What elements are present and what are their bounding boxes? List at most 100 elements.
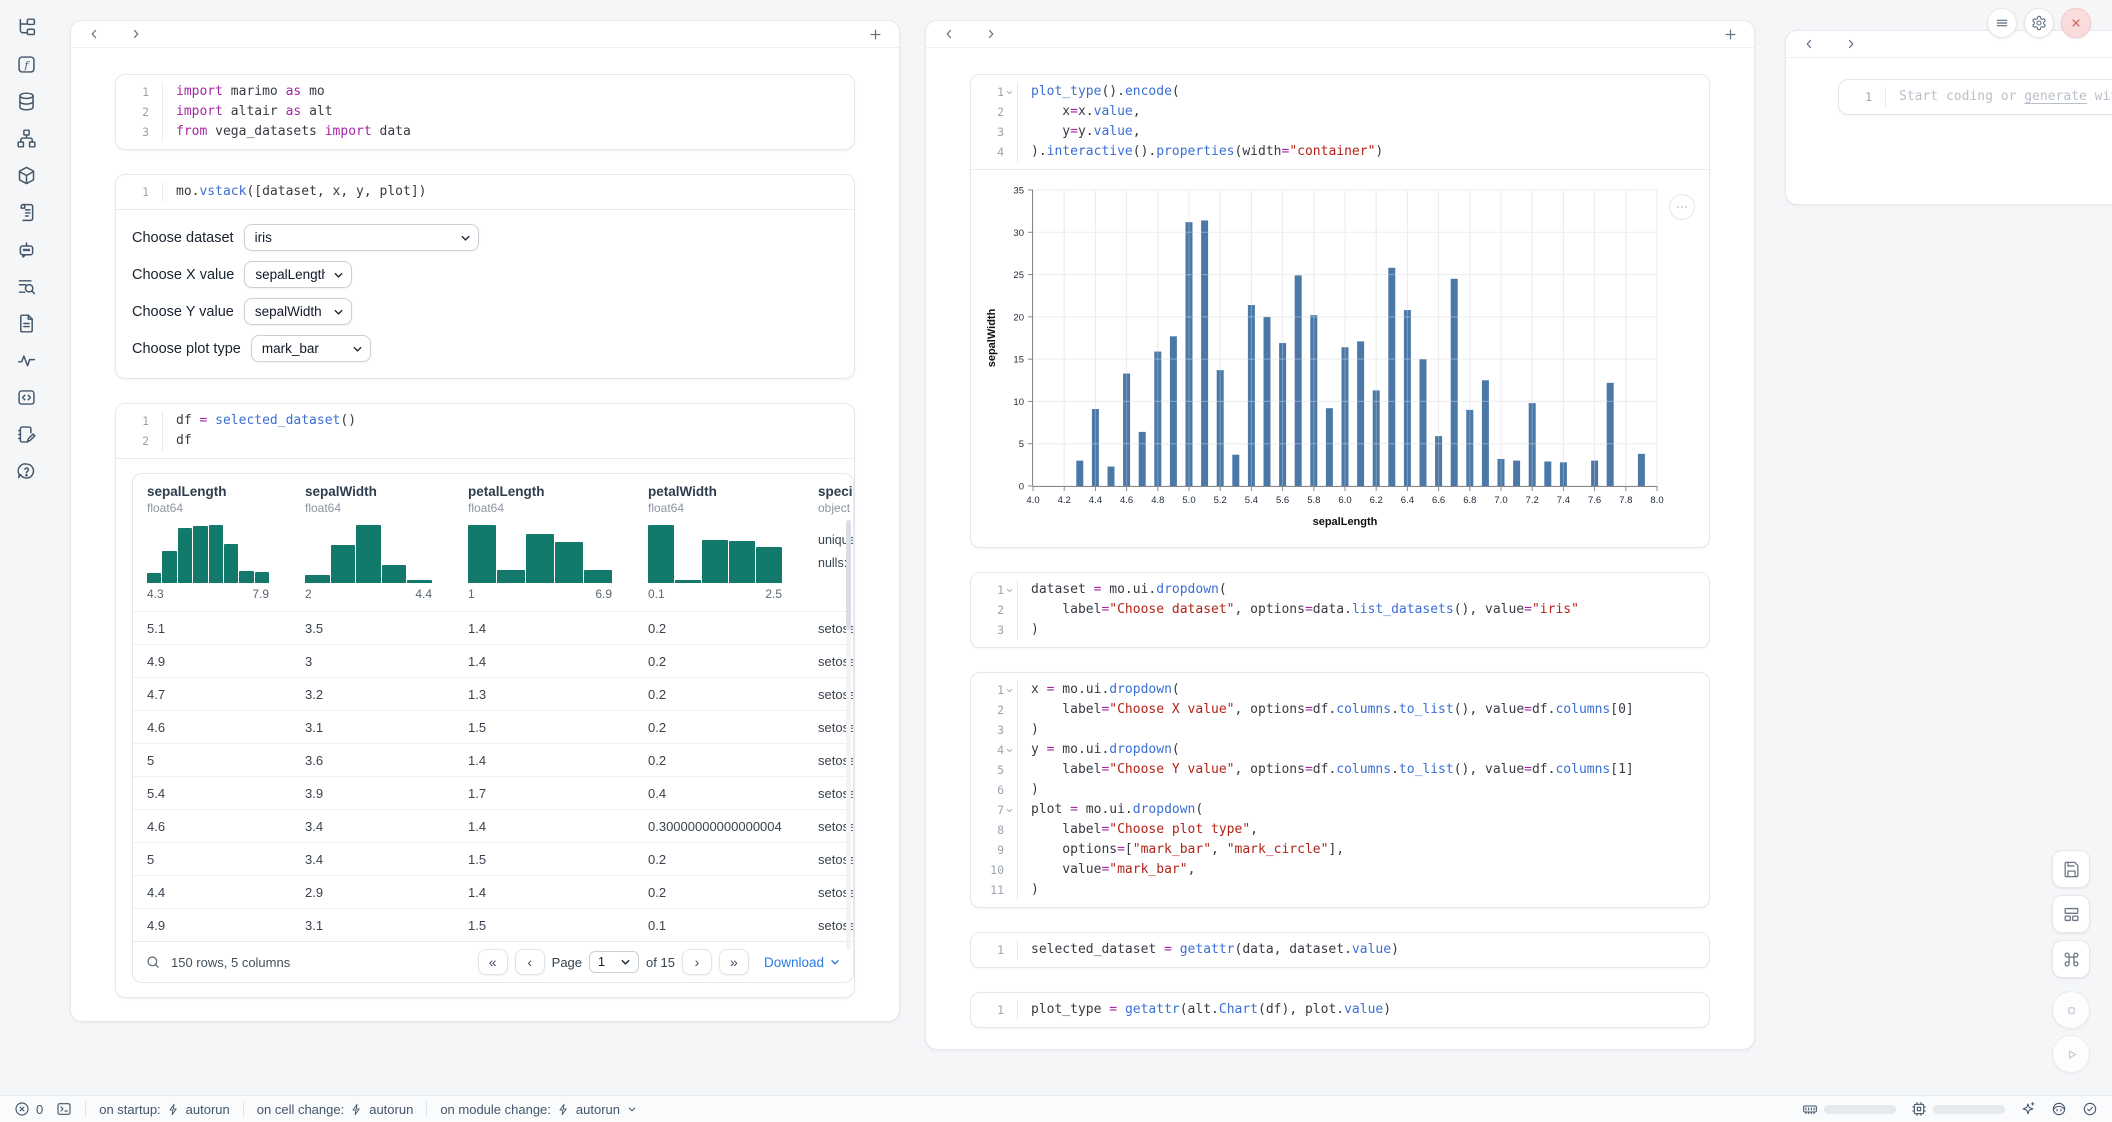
code-editor[interactable]: 1selected_dataset = getattr(data, datase… (971, 933, 1709, 967)
next-page-button[interactable]: › (682, 949, 712, 975)
save-button[interactable] (2052, 850, 2090, 888)
table-row[interactable]: 4.63.41.40.30000000000000004setosa (133, 809, 854, 842)
column-type: object (818, 501, 854, 515)
generate-link[interactable]: generate (2024, 89, 2087, 104)
table-row[interactable]: 5.13.51.40.2setosa (133, 611, 854, 644)
dropdown-choose-dataset[interactable]: iris (244, 224, 479, 251)
code-cell-selected-dataset[interactable]: 1selected_dataset = getattr(data, datase… (970, 932, 1710, 968)
dropdown-choose-x-value[interactable]: sepalLength (244, 261, 352, 288)
database-icon[interactable] (16, 91, 37, 112)
column-header[interactable]: petalWidthfloat64 (634, 474, 804, 515)
file-tree-icon[interactable] (16, 17, 37, 38)
on-startup-setting[interactable]: on startup: autorun (99, 1102, 230, 1117)
column-header[interactable]: petalLengthfloat64 (454, 474, 634, 515)
functions-icon[interactable]: f (16, 54, 37, 75)
prev-page-button[interactable]: ‹ (515, 949, 545, 975)
code-editor[interactable]: 1234plot_type().encode( x=x.value, y=y.v… (971, 75, 1709, 169)
scratchpad-icon[interactable] (16, 424, 37, 445)
fold-chevron-icon[interactable] (1005, 806, 1014, 815)
documentation-icon[interactable] (16, 202, 37, 223)
column-header (926, 21, 1754, 48)
svg-text:30: 30 (1013, 228, 1024, 239)
fold-chevron-icon[interactable] (1005, 686, 1014, 695)
line-number: 1 (1865, 90, 1872, 104)
fold-chevron-icon[interactable] (1005, 88, 1014, 97)
menu-button[interactable] (1987, 8, 2017, 38)
cpu-usage[interactable] (1911, 1101, 2005, 1117)
settings-button[interactable] (2024, 8, 2054, 38)
code-cell-imports[interactable]: 123import marimo as moimport altair as a… (115, 74, 855, 150)
column-next-icon[interactable] (129, 27, 143, 41)
column-header[interactable]: sepalWidthfloat64 (291, 474, 454, 515)
search-icon[interactable] (145, 954, 161, 970)
command-palette-button[interactable] (2052, 940, 2090, 978)
column-prev-icon[interactable] (87, 27, 101, 41)
on-module-change-setting[interactable]: on module change: autorun (440, 1102, 638, 1117)
code-editor[interactable]: 1234567891011x = mo.ui.dropdown( label="… (971, 673, 1709, 907)
table-row[interactable]: 4.931.40.2setosa (133, 644, 854, 677)
column-header[interactable]: sepalLengthfloat64 (133, 474, 291, 515)
code-editor[interactable]: 12df = selected_dataset()df (116, 404, 854, 458)
line-number: 4 (997, 743, 1004, 757)
line-number: 7 (997, 803, 1004, 817)
ai-assist-button[interactable] (2020, 1101, 2036, 1117)
logs-icon[interactable] (16, 276, 37, 297)
page-select[interactable]: 1 (589, 951, 639, 973)
on-cell-change-setting[interactable]: on cell change: autorun (257, 1102, 414, 1117)
code-cell-empty[interactable]: 1 Start coding or generate with (1838, 79, 2112, 115)
bar-chart[interactable]: 4.04.24.44.64.85.05.25.45.65.86.06.26.46… (983, 180, 1703, 537)
dropdown-choose-plot-type[interactable]: mark_bar (251, 335, 371, 362)
connection-status[interactable] (2082, 1101, 2098, 1117)
copilot-button[interactable] (2051, 1101, 2067, 1117)
code-cell-dataset-dropdown[interactable]: 123dataset = mo.ui.dropdown( label="Choo… (970, 572, 1710, 648)
table-row[interactable]: 4.63.11.50.2setosa (133, 710, 854, 743)
table-row[interactable]: 4.93.11.50.1setosa (133, 908, 854, 941)
code-editor[interactable]: 1mo.vstack([dataset, x, y, plot]) (116, 175, 854, 209)
code-editor[interactable]: 1plot_type = getattr(alt.Chart(df), plot… (971, 993, 1709, 1027)
table-cell: 3.4 (291, 843, 454, 875)
column-prev-icon[interactable] (1802, 37, 1816, 51)
stop-button[interactable] (2052, 991, 2090, 1029)
table-row[interactable]: 4.42.91.40.2setosa (133, 875, 854, 908)
code-cell-plot[interactable]: 1234plot_type().encode( x=x.value, y=y.v… (970, 74, 1710, 548)
code-editor[interactable]: 123dataset = mo.ui.dropdown( label="Choo… (971, 573, 1709, 647)
snippets-icon[interactable] (16, 313, 37, 334)
table-row[interactable]: 4.73.21.30.2setosa (133, 677, 854, 710)
ram-usage[interactable] (1802, 1101, 1896, 1117)
column-next-icon[interactable] (984, 27, 998, 41)
code-cell-xy-plot-dropdowns[interactable]: 1234567891011x = mo.ui.dropdown( label="… (970, 672, 1710, 908)
dependency-graph-icon[interactable] (16, 128, 37, 149)
table-row[interactable]: 53.41.50.2setosa (133, 842, 854, 875)
help-icon[interactable] (16, 461, 37, 482)
add-cell-button[interactable] (1723, 27, 1738, 42)
code-editor[interactable]: 123import marimo as moimport altair as a… (116, 75, 854, 149)
download-button[interactable]: Download (764, 955, 841, 970)
close-panel-button[interactable] (2061, 8, 2091, 38)
svg-text:20: 20 (1013, 312, 1024, 323)
code-icon[interactable] (16, 387, 37, 408)
chart-menu-button[interactable] (1669, 194, 1695, 220)
code-cell-vstack[interactable]: 1mo.vstack([dataset, x, y, plot]) Choose… (115, 174, 855, 379)
layout-button[interactable] (2052, 895, 2090, 933)
tracing-icon[interactable] (16, 350, 37, 371)
fold-chevron-icon[interactable] (1005, 746, 1014, 755)
column-header[interactable]: speciesobject (804, 474, 854, 515)
fold-chevron-icon[interactable] (1005, 586, 1014, 595)
error-count-badge[interactable]: 0 (14, 1101, 43, 1117)
table-scrollbar[interactable] (846, 520, 851, 950)
run-button[interactable] (2052, 1035, 2090, 1073)
column-next-icon[interactable] (1844, 37, 1858, 51)
dropdown-choose-y-value[interactable]: sepalWidth (244, 298, 352, 325)
column-prev-icon[interactable] (942, 27, 956, 41)
table-row[interactable]: 5.43.91.70.4setosa (133, 776, 854, 809)
first-page-button[interactable]: « (478, 949, 508, 975)
table-row[interactable]: 53.61.40.2setosa (133, 743, 854, 776)
last-page-button[interactable]: » (719, 949, 749, 975)
packages-icon[interactable] (16, 165, 37, 186)
add-cell-button[interactable] (868, 27, 883, 42)
code-editor[interactable]: 1 Start coding or generate with (1839, 80, 2112, 114)
chat-icon[interactable] (16, 239, 37, 260)
terminal-button[interactable] (56, 1101, 72, 1117)
code-cell-dataframe[interactable]: 12df = selected_dataset()df sepalLengthf… (115, 403, 855, 998)
code-cell-plot-type[interactable]: 1plot_type = getattr(alt.Chart(df), plot… (970, 992, 1710, 1028)
